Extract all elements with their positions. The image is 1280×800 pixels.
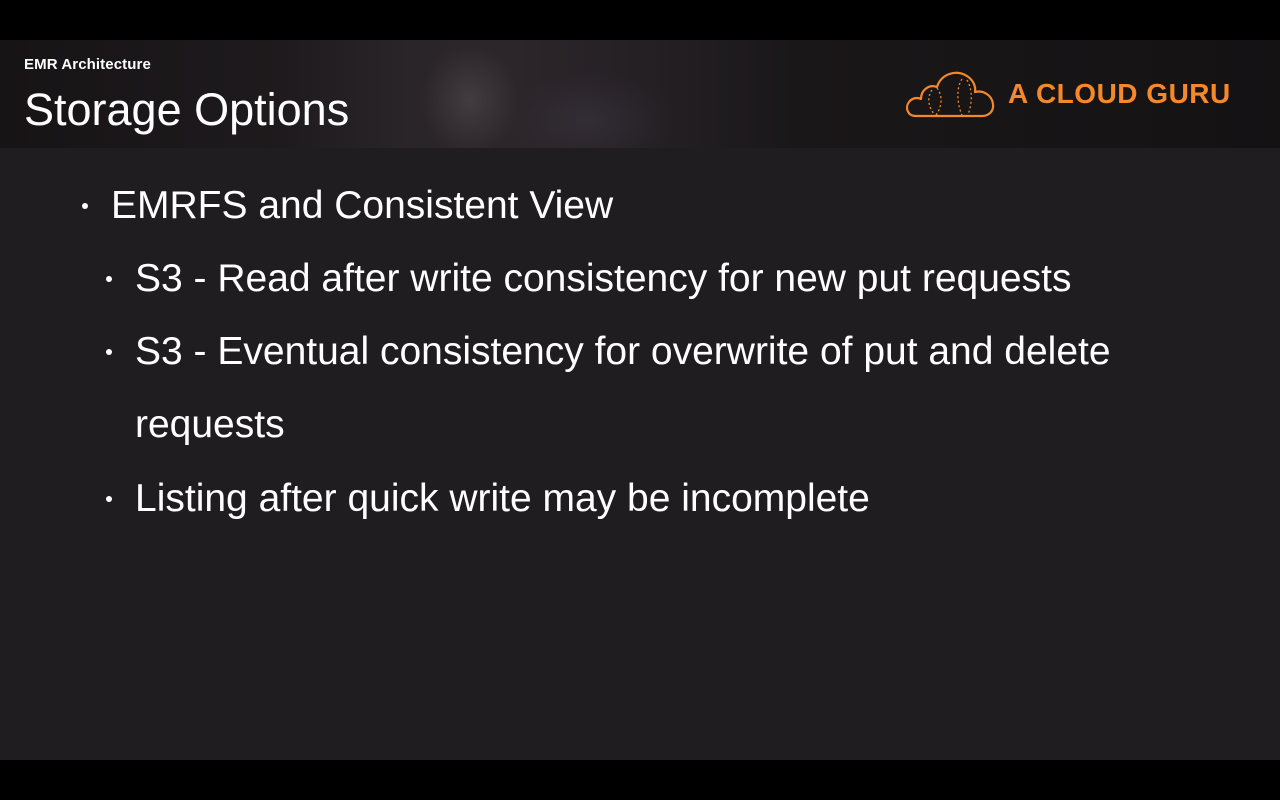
slide: EMR Architecture Storage Options A CLOUD… (0, 40, 1280, 760)
bullet-dot (106, 496, 112, 502)
bullet-item: Listing after quick write may be incompl… (135, 477, 870, 520)
bullet-item-continuation: requests (135, 403, 285, 446)
bullet-dot (82, 203, 88, 209)
bullet-dot (106, 276, 112, 282)
bullet-dot (106, 349, 112, 355)
bullet-item: S3 - Read after write consistency for ne… (135, 257, 1072, 300)
bullet-list: EMRFS and Consistent View S3 - Read afte… (0, 40, 1280, 760)
bullet-item: EMRFS and Consistent View (111, 184, 614, 227)
video-frame: EMR Architecture Storage Options A CLOUD… (0, 0, 1280, 800)
bullet-item: S3 - Eventual consistency for overwrite … (135, 330, 1111, 373)
